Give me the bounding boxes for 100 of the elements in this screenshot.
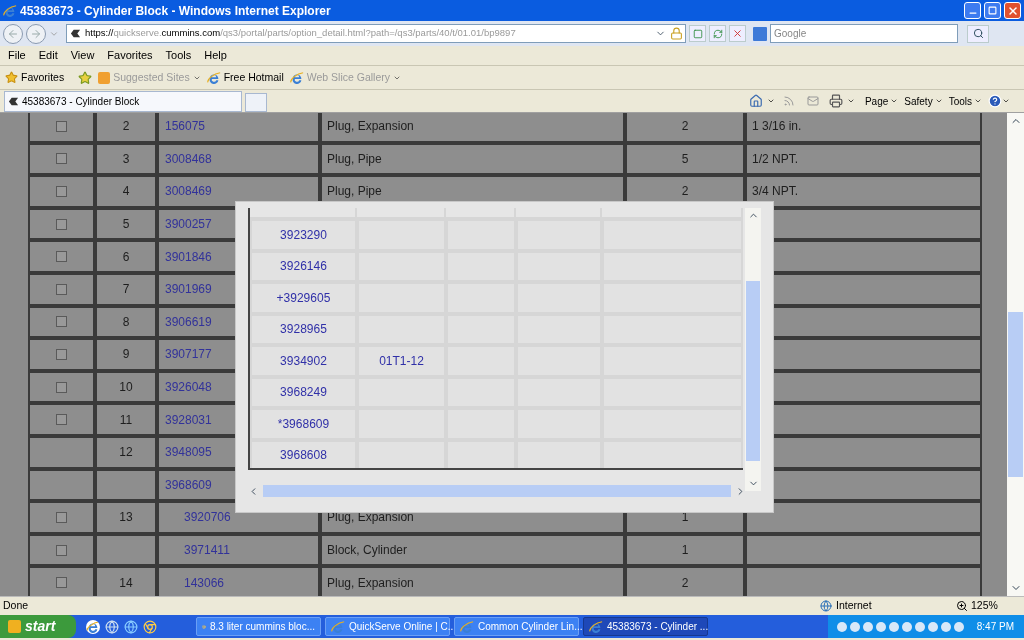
compatibility-button[interactable] — [689, 25, 706, 42]
part-link[interactable]: 01T1-12 — [379, 351, 424, 370]
command-menu[interactable]: Tools — [948, 93, 982, 109]
row-number: 10 — [119, 379, 133, 397]
command-menu[interactable]: Page — [864, 93, 899, 109]
tray-icon[interactable] — [888, 621, 899, 632]
row-number: 4 — [122, 183, 130, 201]
scrollbar-thumb[interactable] — [746, 281, 761, 461]
browser-icon — [3, 3, 17, 18]
refresh-button[interactable] — [709, 25, 726, 42]
feed-icon[interactable] — [782, 95, 795, 107]
quantity-text: 2 — [681, 118, 689, 136]
checkbox[interactable] — [56, 218, 67, 230]
favorites-item[interactable]: Favorites — [5, 69, 65, 86]
checkbox[interactable] — [56, 251, 67, 263]
command-menu[interactable]: Safety — [904, 93, 943, 109]
taskbar-button[interactable]: 45383673 - Cylinder ... — [583, 617, 708, 636]
checkbox[interactable] — [56, 283, 67, 295]
site-icon — [98, 71, 111, 84]
scrollbar-thumb[interactable] — [1008, 312, 1023, 477]
tray-icon[interactable] — [901, 621, 912, 632]
tray-icon[interactable] — [862, 621, 873, 632]
checkbox[interactable] — [56, 381, 67, 393]
new-tab-button[interactable] — [245, 93, 267, 112]
row-number: 7 — [122, 281, 130, 299]
lock-icon[interactable] — [670, 27, 683, 40]
checkbox[interactable] — [56, 186, 67, 197]
checkbox[interactable] — [56, 153, 67, 165]
tray-icon[interactable] — [914, 621, 925, 632]
search-button[interactable] — [967, 24, 989, 43]
taskbar-button[interactable]: 8.3 liter cummins bloc... — [196, 617, 321, 636]
tray-icon[interactable] — [849, 621, 860, 632]
row-number: 11 — [119, 411, 133, 429]
tray-icon[interactable] — [836, 621, 847, 632]
part-link[interactable]: +3929605 — [276, 288, 331, 307]
browser-icon — [460, 619, 474, 634]
address-field[interactable]: https://quickserve.cummins.com/qs3/portal/parts/option_detail.html?path=/qs3/parts/40/t/01.01/bp9897 — [66, 24, 686, 43]
zoom-level[interactable]: 125% — [971, 598, 1021, 614]
checkbox[interactable] — [56, 544, 67, 556]
popup-scrollbar[interactable] — [745, 208, 761, 491]
search-field[interactable]: Google — [770, 24, 958, 43]
part-link[interactable]: 3968249 — [280, 383, 327, 402]
tray-icon[interactable] — [927, 621, 938, 632]
part-link[interactable]: 3934902 — [280, 351, 327, 370]
table-cell — [446, 439, 517, 468]
back-arrow-icon — [7, 27, 19, 40]
part-link[interactable]: 3968608 — [280, 446, 327, 465]
part-link[interactable]: 3926146 — [280, 257, 327, 276]
menu-item[interactable]: Help — [204, 47, 227, 64]
start-button[interactable]: start — [0, 615, 76, 638]
checkbox[interactable] — [56, 577, 67, 589]
close-button[interactable] — [1004, 2, 1021, 19]
back-button[interactable] — [3, 23, 23, 44]
add-favorite-icon[interactable] — [78, 70, 93, 85]
help-icon[interactable] — [988, 94, 1002, 108]
part-link[interactable]: 3923290 — [280, 225, 327, 244]
menu-item[interactable]: Tools — [165, 47, 192, 64]
checkbox[interactable] — [56, 511, 67, 523]
checkbox[interactable] — [56, 414, 67, 426]
browser-tab[interactable]: 45383673 - Cylinder Block — [4, 91, 242, 112]
part-link[interactable]: 3928965 — [280, 320, 327, 339]
tray-icon[interactable] — [953, 621, 964, 632]
part-link[interactable]: *3968609 — [277, 414, 330, 433]
row-number: 2 — [122, 118, 130, 136]
description-text: Plug, Pipe — [327, 183, 382, 201]
forward-button[interactable] — [26, 23, 46, 44]
restore-button[interactable] — [984, 2, 1001, 19]
site-logo-icon — [8, 96, 19, 107]
tray-icon[interactable] — [875, 621, 886, 632]
quantity-text: 5 — [681, 150, 689, 168]
menu-item[interactable]: File — [8, 47, 26, 64]
mail-icon[interactable] — [806, 95, 819, 107]
print-icon[interactable] — [828, 94, 843, 108]
home-icon[interactable] — [748, 94, 763, 108]
caret-icon — [974, 97, 982, 105]
tray-icon[interactable] — [940, 621, 951, 632]
row-number: 8 — [122, 313, 130, 331]
page-scrollbar[interactable] — [1007, 113, 1024, 596]
globe-icon — [820, 600, 832, 612]
site-logo-icon — [70, 28, 81, 39]
row-number: 12 — [119, 444, 133, 462]
favorites-item[interactable]: Free Hotmail — [206, 69, 284, 86]
forward-arrow-icon — [30, 27, 42, 40]
menu-item[interactable]: Edit — [38, 47, 58, 64]
stop-button[interactable] — [729, 25, 746, 42]
search-icon — [972, 28, 984, 39]
checkbox[interactable] — [56, 348, 67, 360]
checkbox[interactable] — [56, 316, 67, 328]
notes-text: 1/2 NPT. — [752, 150, 799, 168]
scrollbar-thumb[interactable] — [263, 485, 731, 497]
minimize-button[interactable] — [964, 2, 981, 19]
windows-logo-icon — [8, 620, 21, 633]
url-text: https://quickserve.cummins.com/qs3/portal/parts/option_detail.html?path=/qs3/parts/40/t/01.01/bp9897 — [85, 26, 516, 41]
globe-icon[interactable] — [124, 619, 138, 634]
menu-item[interactable]: View — [70, 47, 95, 64]
clock: 8:47 PM — [976, 620, 1014, 634]
menu-item[interactable]: Favorites — [107, 47, 153, 64]
description-text: Plug, Pipe — [327, 150, 382, 168]
globe-icon[interactable] — [105, 619, 119, 634]
checkbox[interactable] — [56, 120, 67, 132]
